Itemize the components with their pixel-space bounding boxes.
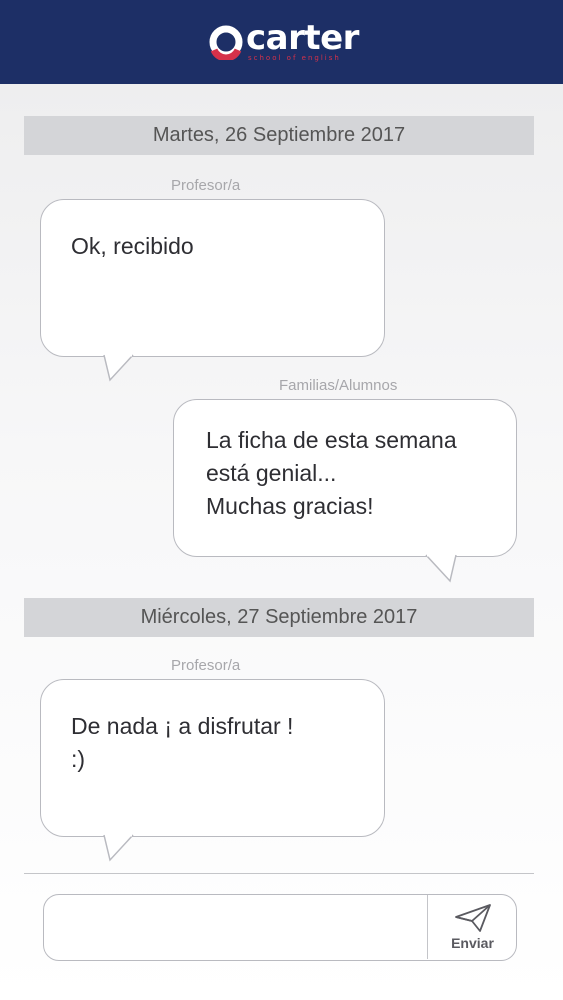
bubble-tail	[425, 554, 457, 583]
message-bubble-received: De nada ¡ a disfrutar ! :)	[40, 679, 385, 837]
message-text: Ok, recibido	[71, 233, 194, 259]
message-composer: Enviar	[43, 894, 517, 961]
message-bubble-sent: La ficha de esta semana está genial... M…	[173, 399, 517, 557]
logo-subtitle: school of english	[248, 54, 341, 62]
carter-logo: carter school of english	[208, 18, 368, 68]
message-sender: Familias/Alumnos	[279, 377, 398, 394]
message-text: La ficha de esta semana está genial... M…	[206, 427, 457, 519]
logo-mark-icon	[209, 25, 243, 60]
message-bubble-received: Ok, recibido	[40, 199, 385, 357]
message-text: De nada ¡ a disfrutar ! :)	[71, 713, 294, 772]
app-header: carter school of english	[0, 0, 563, 84]
send-button[interactable]: Enviar	[427, 895, 516, 959]
date-separator: Miércoles, 27 Septiembre 2017	[24, 598, 534, 637]
message-sender: Profesor/a	[171, 177, 241, 194]
bubble-tail	[103, 354, 134, 382]
date-separator: Martes, 26 Septiembre 2017	[24, 116, 534, 155]
message-sender: Profesor/a	[171, 657, 241, 674]
bubble-tail	[103, 834, 134, 862]
message-input[interactable]	[44, 895, 427, 959]
logo-text: carter	[246, 18, 359, 58]
paper-plane-icon	[454, 904, 491, 932]
send-label: Enviar	[451, 935, 494, 951]
composer-divider	[24, 873, 534, 874]
